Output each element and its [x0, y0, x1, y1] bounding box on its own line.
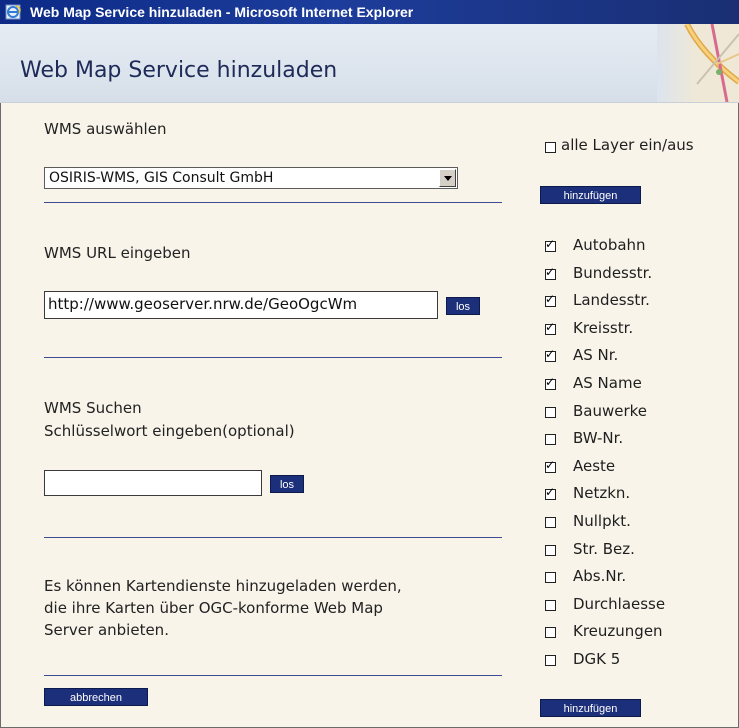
layer-label: BW-Nr.: [573, 429, 624, 447]
layer-label: Netzkn.: [573, 484, 631, 502]
layer-label: AS Name: [573, 374, 642, 392]
layer-checkbox[interactable]: [545, 265, 556, 280]
layer-label: Aeste: [573, 457, 616, 475]
url-go-button[interactable]: los: [446, 297, 480, 315]
layer-label: Autobahn: [573, 236, 646, 254]
cancel-button[interactable]: abbrechen: [44, 688, 148, 706]
wms-select-value: OSIRIS-WMS, GIS Consult GmbH: [49, 170, 274, 186]
layer-label: Bauwerke: [573, 402, 648, 420]
layer-label: AS Nr.: [573, 346, 619, 364]
add-button-top[interactable]: hinzufügen: [540, 186, 641, 204]
chevron-down-icon[interactable]: [439, 169, 456, 187]
layer-checkbox[interactable]: [545, 292, 556, 307]
internet-explorer-icon: [5, 4, 21, 20]
search-keyword-label: Schlüsselwort eingeben(optional): [44, 422, 295, 440]
window-title: Web Map Service hinzuladen - Microsoft I…: [30, 4, 414, 20]
all-layers-checkbox[interactable]: [545, 142, 556, 153]
info-line: Server anbieten.: [44, 621, 169, 639]
layer-label: DGK 5: [573, 650, 621, 668]
add-button-bottom[interactable]: hinzufügen: [540, 699, 641, 717]
layer-checkbox[interactable]: [545, 600, 556, 611]
window-titlebar: Web Map Service hinzuladen - Microsoft I…: [0, 0, 739, 24]
layer-checkbox[interactable]: [545, 407, 556, 418]
layer-checkbox[interactable]: [545, 434, 556, 445]
info-line: die ihre Karten über OGC-konforme Web Ma…: [44, 599, 383, 617]
divider: [44, 202, 502, 203]
info-line: Es können Kartendienste hinzugeladen wer…: [44, 577, 402, 595]
map-thumbnail-image: [657, 24, 739, 102]
page-header: Web Map Service hinzuladen: [0, 24, 739, 103]
layer-checkbox[interactable]: [545, 627, 556, 638]
layer-checkbox[interactable]: [545, 375, 556, 390]
layer-label: Nullpkt.: [573, 512, 631, 530]
layer-checkbox[interactable]: [545, 655, 556, 666]
search-label: WMS Suchen: [44, 399, 142, 417]
wms-url-label: WMS URL eingeben: [44, 244, 191, 262]
wms-url-input[interactable]: http://www.geoserver.nrw.de/GeoOgcWm: [44, 291, 438, 319]
page-title: Web Map Service hinzuladen: [20, 58, 338, 83]
layer-label: Str. Bez.: [573, 540, 635, 558]
layer-checkbox[interactable]: [545, 545, 556, 556]
layer-checkbox[interactable]: [545, 517, 556, 528]
divider: [44, 675, 502, 676]
layer-checkbox[interactable]: [545, 485, 556, 500]
layer-checkbox[interactable]: [545, 347, 556, 362]
layer-label: Bundesstr.: [573, 264, 653, 282]
layer-label: Landesstr.: [573, 291, 650, 309]
layer-checkbox[interactable]: [545, 458, 556, 473]
select-wms-label: WMS auswählen: [44, 120, 167, 138]
divider: [44, 357, 502, 358]
all-layers-label: alle Layer ein/aus: [561, 136, 694, 154]
divider: [44, 537, 502, 538]
layer-label: Abs.Nr.: [573, 567, 627, 585]
search-keyword-input[interactable]: [44, 470, 262, 496]
layer-checkbox[interactable]: [545, 237, 556, 252]
info-text: Es können Kartendienste hinzugeladen wer…: [44, 575, 402, 641]
layer-checkbox[interactable]: [545, 572, 556, 583]
layer-label: Kreuzungen: [573, 622, 663, 640]
search-go-button[interactable]: los: [270, 475, 304, 493]
layer-label: Durchlaesse: [573, 595, 666, 613]
wms-select[interactable]: OSIRIS-WMS, GIS Consult GmbH: [44, 167, 458, 189]
layer-label: Kreisstr.: [573, 319, 634, 337]
layer-checkbox[interactable]: [545, 320, 556, 335]
